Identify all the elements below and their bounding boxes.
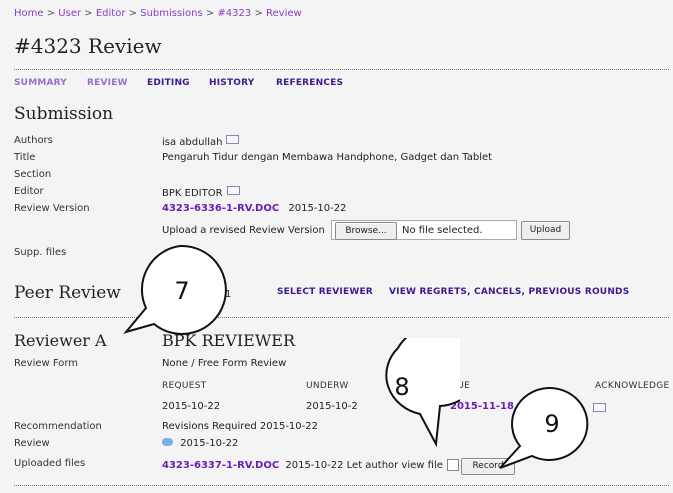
authors-value: isa abdullah — [162, 135, 240, 148]
col-request: REQUEST — [162, 381, 207, 391]
editor-label: Editor — [14, 186, 44, 197]
breadcrumb-submissions[interactable]: Submissions — [140, 8, 202, 19]
review-form-label: Review Form — [14, 358, 79, 369]
editor-name: BPK EDITOR — [162, 188, 223, 199]
upload-label: Upload a revised Review Version — [162, 225, 325, 236]
comment-icon[interactable] — [162, 438, 173, 446]
callout-7-number: 7 — [174, 277, 190, 305]
review-label: Review — [14, 438, 50, 449]
review-version-label: Review Version — [14, 203, 90, 214]
editor-value: BPK EDITOR — [162, 186, 240, 199]
col-acknowledge: ACKNOWLEDGE — [595, 381, 670, 391]
file-status-text: No file selected. — [402, 225, 483, 236]
supp-files-label: Supp. files — [14, 247, 67, 258]
tab-review[interactable]: REVIEW — [87, 78, 128, 88]
divider — [14, 485, 669, 486]
uploaded-files-value: 4323-6337-1-RV.DOC 2015-10-22 Let author… — [162, 460, 443, 471]
breadcrumb-review[interactable]: Review — [266, 8, 302, 19]
tab-history[interactable]: HISTORY — [209, 78, 255, 88]
browse-button[interactable]: Browse... — [335, 222, 397, 240]
author-name: isa abdullah — [162, 137, 223, 148]
title-label: Title — [14, 152, 36, 163]
review-version-date: 2015-10-22 — [288, 203, 347, 214]
breadcrumb-separator: > — [254, 8, 263, 19]
uploaded-file-text: 2015-10-22 Let author view file — [285, 460, 443, 471]
callout-8-number: 8 — [394, 373, 410, 401]
tab-editing[interactable]: EDITING — [147, 78, 190, 88]
breadcrumb-separator: > — [46, 8, 56, 19]
upload-button[interactable]: Upload — [521, 221, 570, 240]
page-title: #4323 Review — [14, 34, 162, 58]
review-value: 2015-10-22 — [162, 438, 238, 449]
tab-summary[interactable]: SUMMARY — [14, 78, 67, 88]
let-author-view-checkbox[interactable] — [447, 459, 459, 471]
view-regrets-link[interactable]: VIEW REGRETS, CANCELS, PREVIOUS ROUNDS — [389, 287, 629, 297]
section-label: Section — [14, 169, 52, 180]
review-date: 2015-10-22 — [180, 438, 239, 449]
breadcrumb-editor[interactable]: Editor — [96, 8, 126, 19]
uploaded-files-label: Uploaded files — [14, 458, 86, 469]
review-version-value: 4323-6336-1-RV.DOC 2015-10-22 — [162, 203, 346, 214]
recommendation-value: Revisions Required 2015-10-22 — [162, 421, 318, 432]
title-value: Pengaruh Tidur dengan Membawa Handphone,… — [162, 152, 493, 163]
breadcrumb-separator: > — [205, 8, 215, 19]
uploaded-file-link[interactable]: 4323-6337-1-RV.DOC — [162, 460, 279, 471]
page: Home > User > Editor > Submissions > #43… — [0, 0, 673, 493]
review-version-file-link[interactable]: 4323-6336-1-RV.DOC — [162, 203, 279, 214]
email-icon[interactable] — [226, 135, 240, 144]
breadcrumb-user[interactable]: User — [58, 8, 81, 19]
callout-9-number: 9 — [544, 410, 560, 438]
breadcrumb-home[interactable]: Home — [14, 8, 44, 19]
recommendation-label: Recommendation — [14, 421, 102, 432]
breadcrumb-separator: > — [84, 8, 93, 19]
breadcrumb-separator: > — [128, 8, 138, 19]
submission-heading: Submission — [14, 104, 114, 124]
select-reviewer-link[interactable]: SELECT REVIEWER — [277, 287, 373, 297]
tab-references[interactable]: REFERENCES — [276, 78, 343, 88]
breadcrumb: Home > User > Editor > Submissions > #43… — [14, 8, 302, 19]
request-date: 2015-10-22 — [162, 401, 221, 412]
email-icon[interactable] — [226, 186, 240, 195]
review-form-value: None / Free Form Review — [162, 358, 287, 369]
breadcrumb-submission-id[interactable]: #4323 — [217, 8, 251, 19]
authors-label: Authors — [14, 135, 53, 146]
divider — [14, 317, 669, 318]
reviewer-heading: Reviewer A — [14, 331, 107, 350]
peer-review-heading: Peer Review — [14, 283, 121, 303]
divider — [14, 69, 669, 70]
